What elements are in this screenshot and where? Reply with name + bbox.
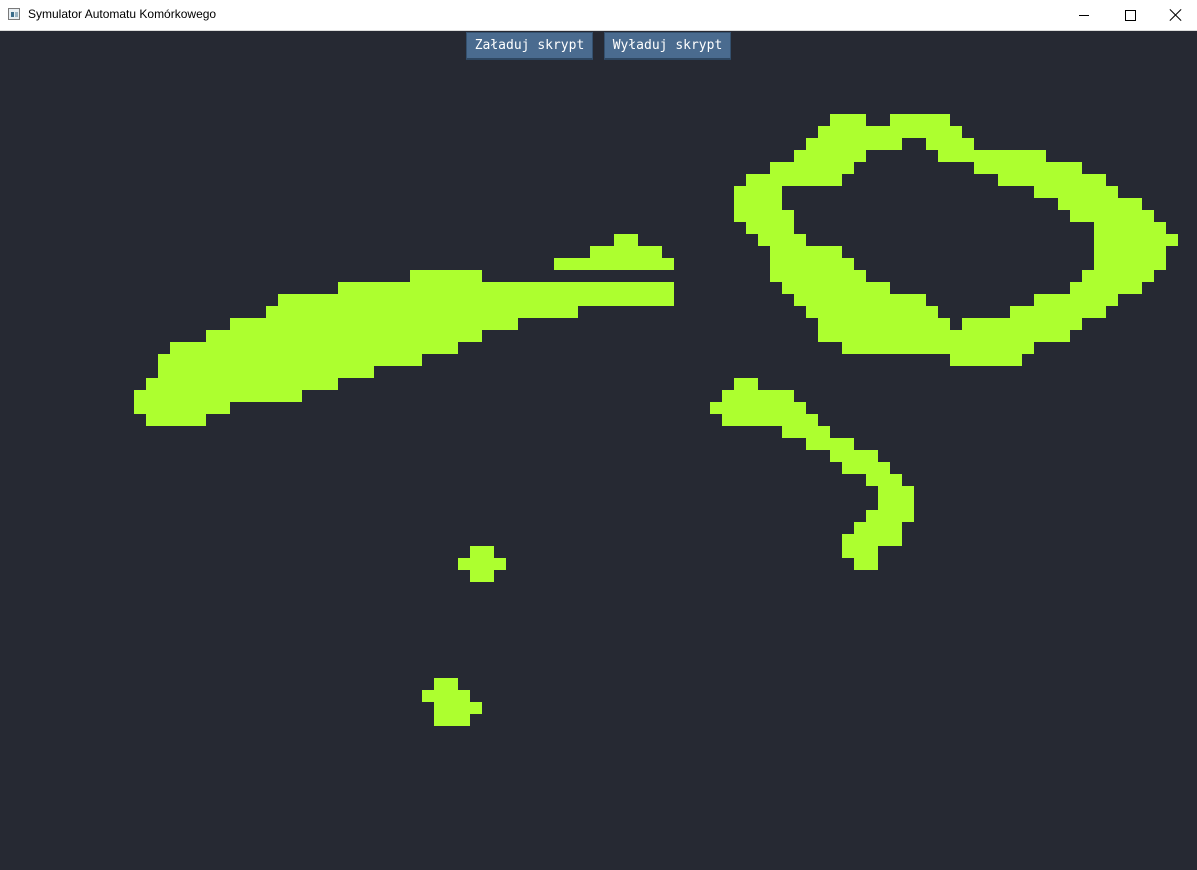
live-cell-run [890, 114, 950, 126]
app-icon [8, 8, 20, 20]
live-cell-run [746, 174, 842, 186]
live-cell-run [842, 342, 1034, 354]
live-cell-run [866, 474, 902, 486]
live-cell-run [794, 150, 866, 162]
live-cell-run [818, 126, 962, 138]
live-cell-run [854, 558, 878, 570]
live-cell-run [734, 186, 782, 198]
live-cell-run [770, 162, 854, 174]
live-cell-run [806, 138, 902, 150]
live-cell-run [734, 210, 794, 222]
live-cell-run [818, 318, 950, 330]
live-cell-run [782, 426, 830, 438]
live-cell-run [842, 462, 890, 474]
live-cell-run [758, 234, 806, 246]
title-bar: Symulator Automatu Komórkowego [0, 0, 1197, 31]
live-cell-run [1034, 294, 1118, 306]
minimize-icon [1079, 14, 1089, 16]
close-button[interactable] [1153, 0, 1197, 30]
live-cell-run [878, 498, 914, 510]
live-cell-run [1094, 246, 1166, 258]
live-cell-run [782, 282, 890, 294]
load-script-button[interactable]: Załaduj skrypt [466, 32, 593, 60]
live-cell-run [974, 162, 1082, 174]
live-cell-run [722, 414, 818, 426]
live-cell-run [926, 138, 974, 150]
live-cell-run [278, 294, 674, 306]
live-cell-run [134, 402, 230, 414]
live-cell-run [938, 150, 1046, 162]
live-cell-run [962, 318, 1082, 330]
live-cell-run [854, 522, 902, 534]
unload-script-button[interactable]: Wyładuj skrypt [604, 32, 731, 60]
live-cell-run [458, 558, 506, 570]
live-cell-run [470, 546, 494, 558]
live-cell-run [842, 534, 902, 546]
maximize-button[interactable] [1107, 0, 1153, 30]
live-cell-run [998, 174, 1106, 186]
live-cell-run [830, 450, 878, 462]
live-cell-run [614, 234, 638, 246]
minimize-button[interactable] [1061, 0, 1107, 30]
live-cell-run [266, 306, 578, 318]
live-cell-run [746, 222, 794, 234]
live-cell-run [434, 702, 482, 714]
live-cell-run [770, 270, 866, 282]
live-cell-run [158, 354, 422, 366]
live-cell-run [410, 270, 482, 282]
live-cell-run [722, 390, 794, 402]
live-cell-run [422, 690, 470, 702]
cell-grid[interactable] [0, 31, 1197, 870]
live-cell-run [794, 294, 926, 306]
live-cell-run [866, 510, 914, 522]
live-cell-run [770, 246, 842, 258]
live-cell-run [1070, 210, 1154, 222]
live-cell-run [1058, 198, 1142, 210]
live-cell-run [158, 366, 374, 378]
live-cell-run [1010, 306, 1106, 318]
live-cell-run [1094, 222, 1166, 234]
live-cell-run [1082, 270, 1154, 282]
live-cell-run [146, 378, 338, 390]
live-cell-run [590, 246, 662, 258]
live-cell-run [434, 714, 470, 726]
live-cell-run [806, 438, 854, 450]
live-cell-run [170, 342, 458, 354]
live-cell-run [230, 318, 518, 330]
live-cell-run [470, 570, 494, 582]
live-cell-run [710, 402, 806, 414]
window-title: Symulator Automatu Komórkowego [28, 7, 217, 21]
maximize-icon [1124, 9, 1136, 21]
live-cell-run [1034, 186, 1118, 198]
close-icon [1170, 9, 1182, 21]
live-cell-run [146, 414, 206, 426]
live-cell-run [434, 678, 458, 690]
live-cell-run [734, 198, 782, 210]
live-cell-run [134, 390, 302, 402]
live-cell-run [1070, 282, 1142, 294]
live-cell-run [338, 282, 674, 294]
live-cell-run [950, 354, 1022, 366]
live-cell-run [770, 258, 854, 270]
live-cell-run [806, 306, 938, 318]
live-cell-run [206, 330, 482, 342]
live-cell-run [1094, 234, 1178, 246]
live-cell-run [878, 486, 914, 498]
live-cell-run [1094, 258, 1166, 270]
live-cell-run [818, 330, 1070, 342]
live-cell-run [734, 378, 758, 390]
live-cell-run [554, 258, 674, 270]
live-cell-run [830, 114, 866, 126]
live-cell-run [842, 546, 878, 558]
